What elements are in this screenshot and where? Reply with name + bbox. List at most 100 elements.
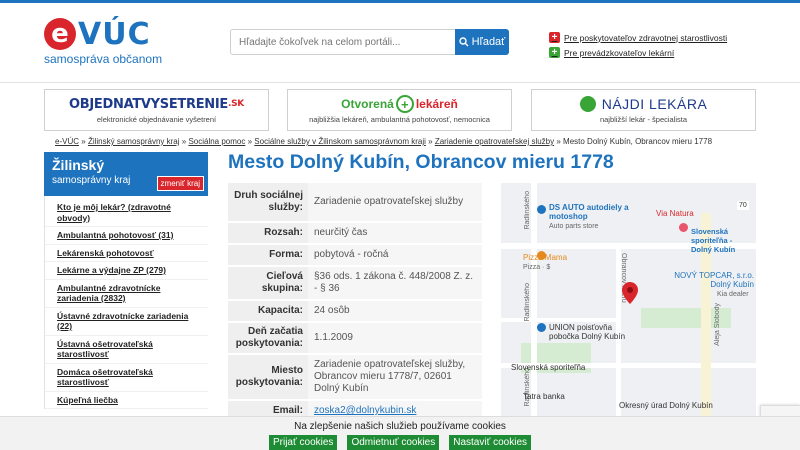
change-region-button[interactable]: zmeniť kraj xyxy=(156,176,204,191)
pharmacy-operators-link-label: Pre prevádzkovateľov lekární xyxy=(564,47,675,58)
detail-row: Kapacita: 24 osôb xyxy=(228,301,482,323)
banner-otvorena-subtitle: najbližšia lekáreň, ambulantná pohotovos… xyxy=(309,115,490,124)
detail-value: Zariadenie opatrovateľskej služby, Obran… xyxy=(308,355,482,399)
banner-najdi-lekara[interactable]: NÁJDI LEKÁRA najbližší lekár - špecialis… xyxy=(531,89,756,131)
breadcrumb-item[interactable]: Žilinský samosprávny kraj xyxy=(88,137,180,146)
detail-row: Deň začatia poskytovania: 1.1.2009 xyxy=(228,323,482,355)
search-input[interactable] xyxy=(230,29,455,55)
search-button-label: Hľadať xyxy=(471,36,506,48)
map-label-pizza-sub: Pizza · $ xyxy=(523,264,551,271)
provider-links: + Pre poskytovateľov zdravotnej starostli… xyxy=(549,30,727,60)
detail-value: neurčitý čas xyxy=(308,223,482,243)
pharmacy-operators-link[interactable]: + Pre prevádzkovateľov lekární xyxy=(549,45,727,60)
providers-link-label: Pre poskytovateľov zdravotnej starostliv… xyxy=(564,32,728,43)
cookie-bar: Na zlepšenie našich služieb používame co… xyxy=(0,416,800,450)
detail-label: Cieľová skupina: xyxy=(228,267,308,299)
sidebar-item-domaca-osetrovatelska[interactable]: Domáca ošetrovateľská starostlivosť xyxy=(45,364,208,392)
sidebar-item-lekarenska-pohotovost[interactable]: Lekárenská pohotovosť xyxy=(45,245,208,262)
map-label-ds-auto: DS AUTO autodiely a motoshop xyxy=(549,203,629,221)
detail-value: §36 ods. 1 zákona č. 448/2008 Z. z. - § … xyxy=(308,267,482,299)
evuc-logo[interactable]: e VÚC samospráva občanom xyxy=(44,17,164,69)
logo-name: VÚC xyxy=(78,16,151,52)
sidebar-item-ustavne-zariadenia[interactable]: Ústavné zdravotnícke zariadenia (22) xyxy=(45,308,208,336)
detail-label: Deň začatia poskytovania: xyxy=(228,323,308,353)
sidebar-item-ustavna-osetrovatelska[interactable]: Ústavná ošetrovateľská starostlivosť xyxy=(45,336,208,364)
map-route-number: 70 xyxy=(737,201,749,210)
map-label-sporitelna-dk: Slovenská sporiteľňa - Dolný Kubín xyxy=(691,227,736,254)
region-title: Žilinský xyxy=(52,157,105,173)
banner-objednat-title: OBJEDNATVYSETRENIE xyxy=(69,96,228,112)
detail-value: pobytová - ročná xyxy=(308,245,482,265)
accept-cookies-button[interactable]: Prijať cookies xyxy=(268,435,338,450)
region-box: Žilinský samosprávny kraj zmeniť kraj xyxy=(44,152,208,196)
green-cross-icon: + xyxy=(549,47,560,58)
sidebar-item-ambulantna-pohotovost[interactable]: Ambulantná pohotovosť (31) xyxy=(45,227,208,245)
map-street-label: Radlinského xyxy=(524,191,531,230)
bank-marker-icon xyxy=(537,323,546,332)
detail-row: Cieľová skupina: §36 ods. 1 zákona č. 44… xyxy=(228,267,482,301)
sidebar-item-ambulantne-zariadenia[interactable]: Ambulantné zdravotnícke zariadenia (2832… xyxy=(45,280,208,308)
map-label-topcar: NOVÝ TOPCAR, s.r.o. Dolný Kubín xyxy=(674,271,754,289)
map-street-label: Aleja Slobody xyxy=(714,303,721,346)
detail-row: Forma: pobytová - ročná xyxy=(228,245,482,267)
detail-value: 24 osôb xyxy=(308,301,482,321)
breadcrumb-separator: » xyxy=(247,137,253,146)
sidebar-item-kupelna-liecba[interactable]: Kúpeľná liečba xyxy=(45,392,208,409)
breadcrumb-item[interactable]: e-VÚC xyxy=(55,137,79,146)
detail-table: Druh sociálnej služby: Zariadenie opatro… xyxy=(228,183,482,423)
breadcrumb-separator: » xyxy=(556,137,561,146)
breadcrumb-separator: » xyxy=(81,137,86,146)
page-title: Mesto Dolný Kubín, Obrancov mieru 1778 xyxy=(228,151,614,173)
site-header: e VÚC samospráva občanom Hľadať + Pre pos… xyxy=(0,3,800,83)
banner-objednat-suffix: .SK xyxy=(227,99,244,109)
cookie-settings-button[interactable]: Nastaviť cookies xyxy=(449,435,532,450)
detail-row: Miesto poskytovania: Zariadenie opatrova… xyxy=(228,355,482,401)
detail-label: Druh sociálnej služby: xyxy=(228,183,308,221)
banner-otvorena-title: Otvorená xyxy=(341,97,394,111)
logo-tagline: samospráva občanom xyxy=(44,52,163,66)
map-label-ds-auto-sub: Auto parts store xyxy=(549,223,599,230)
search-bar: Hľadať xyxy=(230,29,509,55)
banner-najdi-subtitle: najbližší lekár - špecialista xyxy=(599,115,688,124)
detail-label: Forma: xyxy=(228,245,308,265)
search-button[interactable]: Hľadať xyxy=(455,29,509,55)
location-pin-icon[interactable] xyxy=(622,282,638,304)
breadcrumb-separator: » xyxy=(181,137,187,146)
map-label-pizza: Pizza Mama xyxy=(523,253,568,262)
map-label-tatra: Tatra banka xyxy=(523,392,565,401)
detail-row: Rozsah: neurčitý čas xyxy=(228,223,482,245)
banner-objednat-vysetrenie[interactable]: OBJEDNATVYSETRENIE .SK elektronické objed… xyxy=(44,89,269,131)
map-label-sporitelna: Slovenská sporiteľňa xyxy=(511,363,586,372)
map-label-via-natura: Via Natura xyxy=(656,209,694,218)
sidebar: Žilinský samosprávny kraj zmeniť kraj Kt… xyxy=(44,152,208,420)
detail-row: Druh sociálnej služby: Zariadenie opatro… xyxy=(228,183,482,223)
reject-cookies-button[interactable]: Odmietnuť cookies xyxy=(347,435,440,450)
sidebar-item-kto-je-moj-lekar[interactable]: Kto je môj lekár? (zdravotné obvody) xyxy=(45,196,208,227)
doctor-search-icon xyxy=(579,96,596,112)
breadcrumb-separator: » xyxy=(428,137,433,146)
logo-e-mark: e xyxy=(44,18,76,50)
location-map[interactable]: Radlinského Radlinského Radlinského Obra… xyxy=(501,183,756,423)
map-street-label: Radlinského xyxy=(524,283,531,322)
search-icon xyxy=(458,37,469,47)
breadcrumb-item[interactable]: Sociálna pomoc xyxy=(188,137,245,146)
banner-najdi-title: NÁJDI LEKÁRA xyxy=(601,96,708,112)
red-cross-icon: + xyxy=(549,32,560,43)
breadcrumb-item[interactable]: Sociálne služby v Žilinskom samosprávnom… xyxy=(254,137,426,146)
detail-label: Rozsah: xyxy=(228,223,308,243)
map-label-topcar-sub: Kia dealer xyxy=(717,291,749,298)
sidebar-menu: Kto je môj lekár? (zdravotné obvody) Amb… xyxy=(44,196,208,409)
banner-otvorena-lekaren[interactable]: Otvorená + lekáreň najbližšia lekáreň, amb… xyxy=(287,89,512,131)
shop-marker-icon xyxy=(537,205,546,214)
detail-label: Kapacita: xyxy=(228,301,308,321)
breadcrumb-current: Mesto Dolný Kubín, Obrancov mieru 1778 xyxy=(563,137,713,146)
sidebar-item-lekarne[interactable]: Lekárne a výdajne ZP (279) xyxy=(45,262,208,280)
providers-link[interactable]: + Pre poskytovateľov zdravotnej starostli… xyxy=(549,30,727,45)
detail-value: 1.1.2009 xyxy=(308,323,482,353)
shop-marker-icon xyxy=(679,223,688,232)
banner-lekaren-title: lekáreň xyxy=(415,97,458,111)
breadcrumb-item[interactable]: Zariadenie opatrovateľskej služby xyxy=(435,137,554,146)
breadcrumb: e-VÚC » Žilinský samosprávny kraj » Soci… xyxy=(55,137,712,146)
map-label-urad: Okresný úrad Dolný Kubín xyxy=(619,401,713,410)
map-road xyxy=(501,318,621,322)
